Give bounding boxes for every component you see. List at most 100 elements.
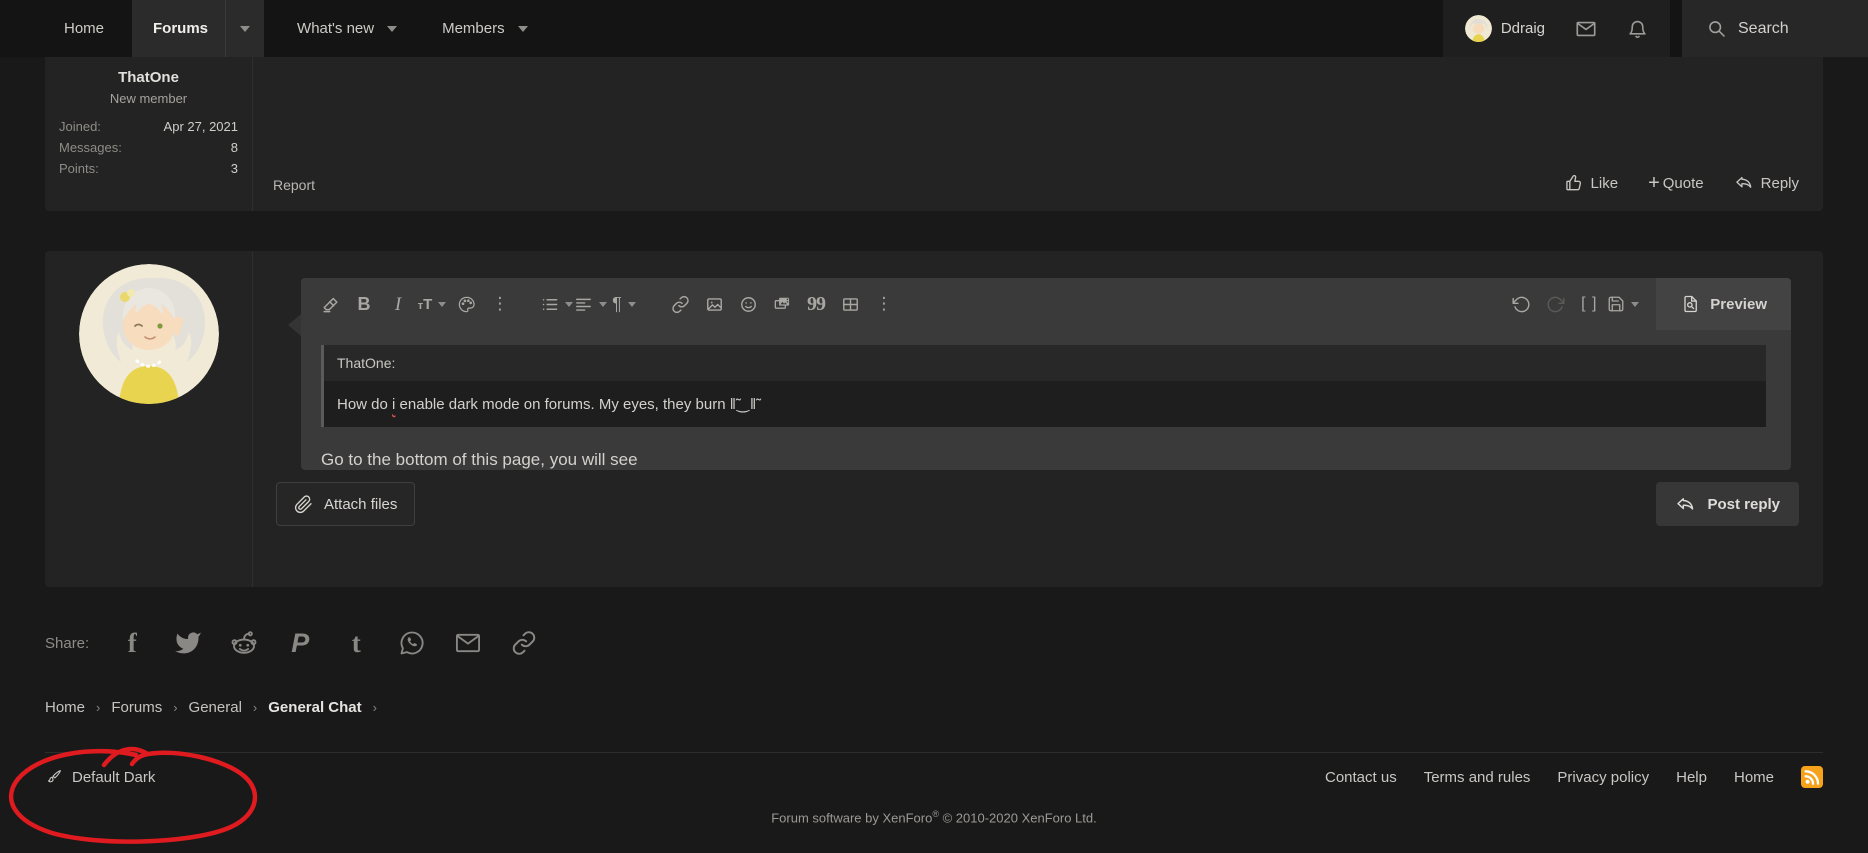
thumbs-up-icon bbox=[1564, 173, 1584, 193]
undo-button[interactable] bbox=[1504, 287, 1538, 321]
search-icon bbox=[1706, 18, 1727, 39]
footer: Default Dark Contact us Terms and rules … bbox=[45, 752, 1823, 825]
quote-label: Quote bbox=[1663, 175, 1704, 192]
tumblr-icon: t bbox=[352, 630, 361, 657]
reply-avatar-cell bbox=[45, 251, 253, 587]
save-icon bbox=[1607, 295, 1625, 313]
italic-button[interactable]: I bbox=[381, 287, 415, 321]
reply-draft-text[interactable]: Go to the bottom of this page, you will … bbox=[321, 450, 1766, 470]
breadcrumb-general[interactable]: General bbox=[189, 699, 242, 716]
avatar[interactable] bbox=[79, 264, 219, 404]
share-twitter[interactable] bbox=[173, 628, 203, 658]
insert-quote-button[interactable]: 99 bbox=[799, 287, 833, 321]
redo-icon bbox=[1546, 295, 1565, 314]
nav-home[interactable]: Home bbox=[45, 0, 123, 57]
share-pinterest[interactable]: P bbox=[285, 628, 315, 658]
nav-forums-tab: Forums bbox=[132, 0, 264, 57]
breadcrumb-home[interactable]: Home bbox=[45, 699, 85, 716]
mail-icon bbox=[454, 629, 482, 657]
chevron-down-icon bbox=[387, 26, 397, 32]
link-icon bbox=[511, 630, 537, 656]
nav-forums-dropdown[interactable] bbox=[225, 0, 264, 57]
stat-value: 8 bbox=[231, 137, 238, 158]
share-tumblr[interactable]: t bbox=[341, 628, 371, 658]
editor-content[interactable]: ThatOne: How do i enable dark mode on fo… bbox=[301, 330, 1791, 470]
chevron-right-icon: › bbox=[173, 700, 177, 715]
quote-button[interactable]: + Quote bbox=[1648, 173, 1704, 193]
insert-media-button[interactable] bbox=[765, 287, 799, 321]
footer-link-help[interactable]: Help bbox=[1676, 769, 1707, 786]
insert-table-button[interactable] bbox=[833, 287, 867, 321]
redo-button[interactable] bbox=[1538, 287, 1572, 321]
like-label: Like bbox=[1591, 175, 1619, 192]
stat-label: Joined: bbox=[59, 116, 101, 137]
post-reply-button[interactable]: Post reply bbox=[1656, 482, 1799, 526]
footer-link-terms[interactable]: Terms and rules bbox=[1424, 769, 1531, 786]
share-facebook[interactable]: f bbox=[117, 628, 147, 658]
nav-whats-new[interactable]: What's new bbox=[278, 0, 397, 57]
chevron-down-icon bbox=[518, 26, 528, 32]
stat-row: Joined: Apr 27, 2021 bbox=[59, 116, 238, 137]
inbox-button[interactable] bbox=[1575, 18, 1597, 40]
breadcrumb: Home › Forums › General › General Chat › bbox=[45, 699, 1823, 716]
copyright-line: Forum software by XenForo® © 2010-2020 X… bbox=[45, 800, 1823, 825]
nav-members-label: Members bbox=[423, 20, 505, 37]
attach-files-button[interactable]: Attach files bbox=[276, 482, 415, 526]
avatar bbox=[1465, 15, 1492, 42]
image-icon bbox=[705, 295, 724, 314]
stat-value: Apr 27, 2021 bbox=[164, 116, 238, 137]
like-button[interactable]: Like bbox=[1564, 173, 1619, 193]
more-options-button-2[interactable]: ⋮ bbox=[867, 287, 901, 321]
list-button[interactable] bbox=[539, 287, 573, 321]
insert-smilie-button[interactable] bbox=[731, 287, 765, 321]
reply-button[interactable]: Reply bbox=[1734, 173, 1799, 193]
insert-link-button[interactable] bbox=[663, 287, 697, 321]
drafts-button[interactable] bbox=[1606, 287, 1640, 321]
chevron-down-icon bbox=[599, 302, 607, 307]
reply-arrow-icon bbox=[1734, 173, 1754, 193]
post-author[interactable]: ThatOne bbox=[59, 67, 238, 86]
report-link[interactable]: Report bbox=[273, 177, 315, 193]
search-button[interactable]: Search bbox=[1682, 0, 1868, 57]
eraser-icon bbox=[321, 295, 340, 314]
share-email[interactable] bbox=[453, 628, 483, 658]
italic-glyph: I bbox=[395, 295, 401, 314]
remove-formatting-button[interactable] bbox=[313, 287, 347, 321]
quote-text-post: enable dark mode on forums. My eyes, the… bbox=[395, 396, 729, 413]
breadcrumb-general-chat[interactable]: General Chat bbox=[268, 699, 361, 716]
text-color-button[interactable] bbox=[449, 287, 483, 321]
copyright-years: © 2010-2020 XenForo Ltd. bbox=[939, 810, 1097, 825]
alignment-button[interactable] bbox=[573, 287, 607, 321]
nav-forums[interactable]: Forums bbox=[132, 0, 225, 57]
insert-image-button[interactable] bbox=[697, 287, 731, 321]
chevron-down-icon bbox=[438, 302, 446, 307]
align-left-icon bbox=[574, 295, 593, 314]
footer-link-contact-us[interactable]: Contact us bbox=[1325, 769, 1397, 786]
whatsapp-icon bbox=[398, 629, 426, 657]
navbar-right: Ddraig Search bbox=[1443, 0, 1868, 57]
font-size-button[interactable]: тT bbox=[415, 287, 449, 321]
more-options-button[interactable]: ⋮ bbox=[483, 287, 517, 321]
style-chooser-button[interactable]: Default Dark bbox=[45, 768, 155, 786]
paragraph-format-button[interactable]: ¶ bbox=[607, 287, 641, 321]
breadcrumb-forums[interactable]: Forums bbox=[111, 699, 162, 716]
rss-button[interactable] bbox=[1801, 766, 1823, 788]
bbcode-toggle-button[interactable]: [ ] bbox=[1572, 287, 1606, 321]
account-menu[interactable]: Ddraig bbox=[1443, 0, 1670, 57]
nav-members[interactable]: Members bbox=[423, 0, 528, 57]
palette-icon bbox=[457, 295, 476, 314]
footer-link-privacy[interactable]: Privacy policy bbox=[1557, 769, 1649, 786]
reddit-icon bbox=[229, 628, 259, 658]
paintbrush-icon bbox=[45, 768, 63, 786]
alerts-button[interactable] bbox=[1627, 18, 1648, 40]
footer-link-home[interactable]: Home bbox=[1734, 769, 1774, 786]
table-icon bbox=[841, 295, 860, 314]
preview-button[interactable]: Preview bbox=[1656, 278, 1791, 330]
bold-button[interactable]: B bbox=[347, 287, 381, 321]
share-link[interactable] bbox=[509, 628, 539, 658]
reply-editor-cell: B I тT ⋮ bbox=[253, 251, 1823, 587]
share-whatsapp[interactable] bbox=[397, 628, 427, 658]
copyright-text: Forum software by XenForo bbox=[771, 810, 932, 825]
kaomoji: ǁ̃‿ǁ̃ bbox=[730, 396, 757, 413]
share-reddit[interactable] bbox=[229, 628, 259, 658]
